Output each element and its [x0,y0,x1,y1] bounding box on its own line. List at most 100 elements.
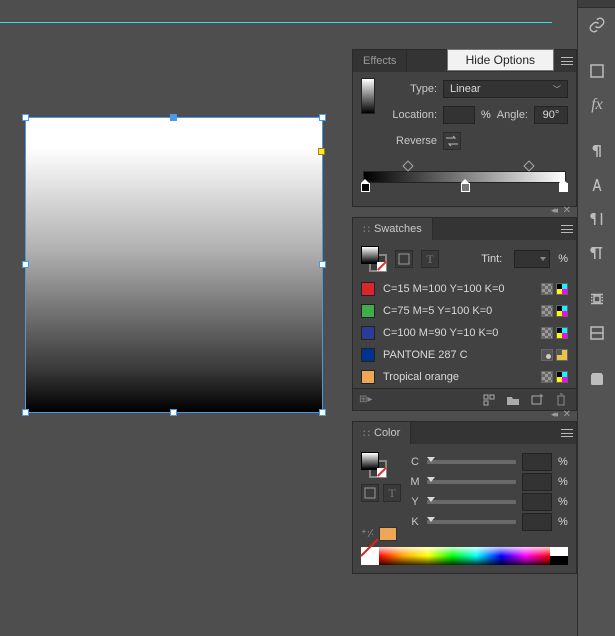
swatch-name: C=75 M=5 Y=100 K=0 [383,305,533,317]
global-icon [541,371,553,383]
swatches-footer: ⊞▸ [353,388,576,410]
fill-stroke-proxy[interactable] [361,246,387,272]
spot-icon [541,349,553,361]
panel-menu-button[interactable] [558,422,576,444]
cmyk-icon [556,305,568,317]
resize-handle[interactable] [170,409,177,416]
resize-handle[interactable] [22,261,29,268]
collapse-panel-icon[interactable]: ◂◂ [551,205,556,216]
location-field[interactable] [443,106,475,124]
resize-handle[interactable] [22,409,29,416]
selected-object[interactable] [26,118,322,412]
black-white-picker[interactable] [550,547,568,565]
effects-panel-icon[interactable]: fx [578,88,615,122]
add-to-swatches-icon[interactable]: ⁺⸓ [361,526,374,541]
swatch-row[interactable]: C=100 M=90 Y=10 K=0 [353,322,576,344]
y-slider[interactable] [427,500,516,504]
swatch-row[interactable]: C=15 M=100 Y=100 K=0 [353,278,576,300]
formatting-container-button[interactable] [361,484,379,502]
live-corner-widget[interactable] [318,148,325,155]
new-swatch-icon[interactable] [528,391,546,409]
spectrum-ramp[interactable] [379,547,550,565]
last-color-chip[interactable] [379,527,397,541]
swatch-row[interactable]: Tropical orange [353,366,576,388]
midpoint-stop[interactable] [461,183,470,194]
color-spectrum[interactable] [361,547,568,565]
resize-handle[interactable] [319,114,326,121]
tab-swatches[interactable]: ∷Swatches [353,218,433,240]
tab-effects[interactable]: Effects [353,50,407,72]
c-slider[interactable] [427,460,516,464]
color-stop-start[interactable] [361,183,370,194]
collapse-panel-icon[interactable]: ◂◂ [551,409,556,420]
links-panel-icon[interactable] [578,8,615,42]
resize-handle[interactable] [319,409,326,416]
k-value-field[interactable] [522,513,552,531]
panel-stack: Effects Hide Options Type: Linear ﹀ Loca… [352,49,577,576]
paragraph-panel-icon[interactable] [578,236,615,270]
none-color-icon[interactable] [361,547,379,565]
dock-right: fx [577,0,615,636]
percent-label: % [481,109,491,121]
align-panel-icon[interactable] [578,316,615,350]
swatches-tab-label: Swatches [374,223,422,235]
y-value-field[interactable] [522,493,552,511]
swatch-row[interactable]: PANTONE 287 C [353,344,576,366]
resize-handle[interactable] [22,114,29,121]
panel-menu-button[interactable] [558,50,576,72]
fill-stroke-proxy[interactable] [361,452,387,478]
angle-field[interactable]: 90° [534,106,568,124]
ruler-guide[interactable] [0,22,552,23]
gradient-ramp-editor[interactable] [363,162,566,196]
swatch-chip [361,282,375,296]
stroke-panel-icon[interactable] [578,54,615,88]
formatting-text-button[interactable]: T [383,484,401,502]
m-slider[interactable] [427,480,516,484]
swatch-list: C=15 M=100 Y=100 K=0 C=75 M=5 Y=100 K=0 … [353,278,576,388]
hide-options-popup[interactable]: Hide Options [447,49,554,71]
resize-handle[interactable] [170,114,177,121]
close-panel-icon[interactable]: ✕ [563,205,571,216]
reverse-gradient-button[interactable] [443,132,461,150]
panel-menu-button[interactable] [558,218,576,240]
formatting-text-button[interactable]: T [421,250,439,268]
color-stop-end[interactable] [559,183,568,194]
none-swatch-icon [377,262,386,271]
formatting-container-button[interactable] [395,250,413,268]
new-color-group-icon[interactable] [504,391,522,409]
swatch-name: C=15 M=100 Y=100 K=0 [383,283,533,295]
swatch-name: C=100 M=90 Y=10 K=0 [383,327,533,339]
type-label: Type: [385,83,437,95]
character-panel-icon[interactable] [578,202,615,236]
k-slider[interactable] [427,520,516,524]
k-label: K [409,516,421,528]
grip-icon: ∷ [363,427,370,440]
opacity-stop[interactable] [402,160,413,171]
swatch-chip [361,348,375,362]
swatch-row[interactable]: C=75 M=5 Y=100 K=0 [353,300,576,322]
global-icon [541,327,553,339]
switch-row-view-icon[interactable]: ⊞▸ [359,394,373,405]
object-gradient-fill [26,118,322,412]
cc-libraries-icon[interactable] [578,362,615,396]
paragraph-styles-icon[interactable] [578,134,615,168]
swatch-chip [361,326,375,340]
tint-field[interactable] [514,250,550,268]
percent-label: % [558,496,568,508]
gradient-type-dropdown[interactable]: Linear ﹀ [443,80,568,98]
close-panel-icon[interactable]: ✕ [563,409,571,420]
dock-grip[interactable] [578,0,615,8]
resize-handle[interactable] [319,261,326,268]
c-value-field[interactable] [522,453,552,471]
text-wrap-icon[interactable] [578,282,615,316]
location-label: Location: [385,109,437,121]
delete-swatch-icon[interactable] [552,391,570,409]
m-value-field[interactable] [522,473,552,491]
color-panel: ◂◂ ✕ ∷Color T [352,421,577,574]
character-styles-icon[interactable] [578,168,615,202]
swatch-options-icon[interactable] [480,391,498,409]
opacity-stop[interactable] [524,160,535,171]
tab-color[interactable]: ∷Color [353,422,411,444]
gradient-swatch-preview[interactable] [361,78,375,114]
swatch-name: PANTONE 287 C [383,349,533,361]
